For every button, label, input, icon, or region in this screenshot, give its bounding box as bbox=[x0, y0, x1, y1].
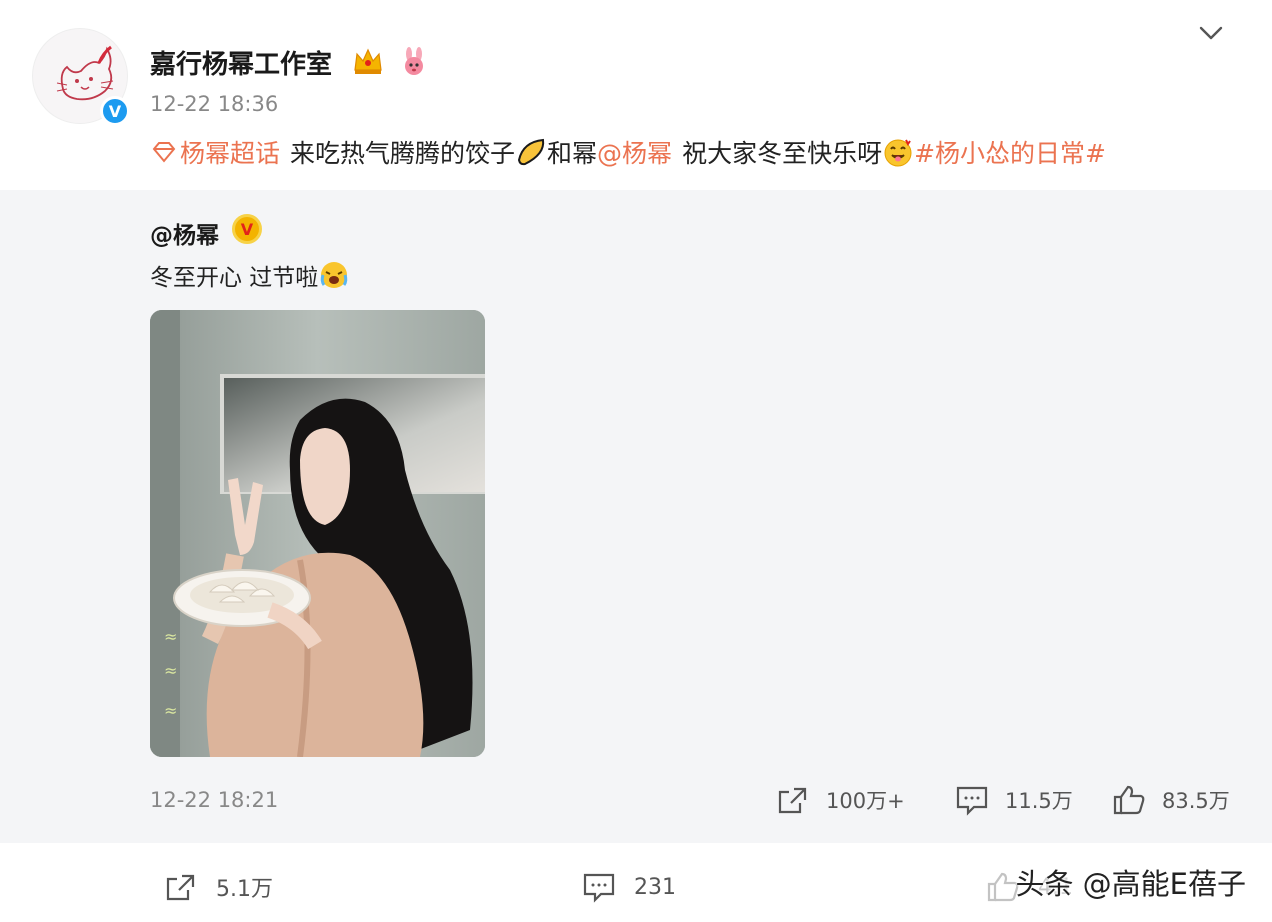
repost-share-button[interactable]: 100万+ bbox=[776, 784, 905, 816]
hashtag-link[interactable]: #杨小怂的日常# bbox=[914, 134, 1106, 170]
post-photo[interactable]: ≈ ≈ ≈ bbox=[150, 310, 485, 757]
repost-like-button[interactable]: 83.5万 bbox=[1112, 784, 1230, 816]
dumpling-emoji-icon bbox=[518, 138, 545, 166]
super-topic-link[interactable]: 杨幂超话 bbox=[180, 134, 280, 170]
repost-share-count: 100万+ bbox=[826, 789, 905, 813]
share-icon bbox=[778, 787, 807, 814]
chevron-down-icon[interactable] bbox=[1196, 22, 1226, 44]
mention-link[interactable]: @杨幂 bbox=[597, 134, 672, 170]
rabbit-icon bbox=[405, 47, 423, 75]
repost-text: 冬至开心 过节啦 bbox=[150, 265, 319, 291]
repost-comment-count: 11.5万 bbox=[1005, 789, 1073, 813]
post-time: 12-22 18:36 bbox=[150, 92, 279, 116]
repost-time: 12-22 18:21 bbox=[150, 788, 279, 812]
svg-text:≈: ≈ bbox=[164, 661, 177, 680]
svg-text:≈: ≈ bbox=[164, 627, 177, 646]
thumbs-up-icon bbox=[1113, 785, 1145, 815]
repost-text-row: 冬至开心 过节啦 bbox=[150, 258, 350, 292]
super-topic-diamond-icon bbox=[152, 142, 176, 163]
svg-text:≈: ≈ bbox=[164, 701, 177, 720]
comment-icon bbox=[956, 786, 988, 816]
post-text-part2: 和幂 bbox=[547, 139, 598, 168]
crown-icon bbox=[354, 48, 382, 74]
vip-badge-icon: V bbox=[232, 214, 262, 244]
comment-icon bbox=[583, 873, 615, 903]
post-action-bar: 5.1万 231 4.1 头条 @高能E蓓子 bbox=[0, 843, 1272, 922]
crying-happy-emoji-icon bbox=[321, 262, 348, 288]
repost-like-count: 83.5万 bbox=[1162, 789, 1230, 813]
author-name[interactable]: 嘉行杨幂工作室 bbox=[150, 44, 332, 81]
share-count: 5.1万 bbox=[216, 877, 273, 902]
share-button[interactable]: 5.1万 bbox=[164, 871, 273, 903]
comment-button[interactable]: 231 bbox=[582, 871, 676, 903]
repost-card[interactable]: @杨幂 V 冬至开心 过节啦 ≈ ≈ ≈ 12-22 18:21 100万+ 1… bbox=[0, 190, 1272, 843]
verified-badge-icon: V bbox=[100, 96, 130, 126]
post-text: 杨幂超话 来吃热气腾腾的饺子 和幂 @杨幂 祝大家冬至快乐呀 #杨小怂的日常# bbox=[150, 134, 1106, 170]
repost-author[interactable]: @杨幂 bbox=[150, 216, 219, 250]
weibo-post: V 嘉行杨幂工作室 12-22 18:36 杨幂超话 来吃热气腾腾的饺子 和幂 … bbox=[0, 0, 1272, 922]
repost-comment-button[interactable]: 11.5万 bbox=[955, 784, 1073, 816]
post-text-part1: 来吃热气腾腾的饺子 bbox=[290, 139, 516, 168]
photo-image: ≈ ≈ ≈ bbox=[150, 310, 485, 757]
post-text-part3: 祝大家冬至快乐呀 bbox=[682, 139, 883, 168]
watermark: 头条 @高能E蓓子 bbox=[1015, 867, 1246, 901]
share-icon bbox=[166, 874, 195, 901]
comment-count: 231 bbox=[634, 874, 676, 900]
tongue-emoji-icon bbox=[884, 139, 912, 167]
